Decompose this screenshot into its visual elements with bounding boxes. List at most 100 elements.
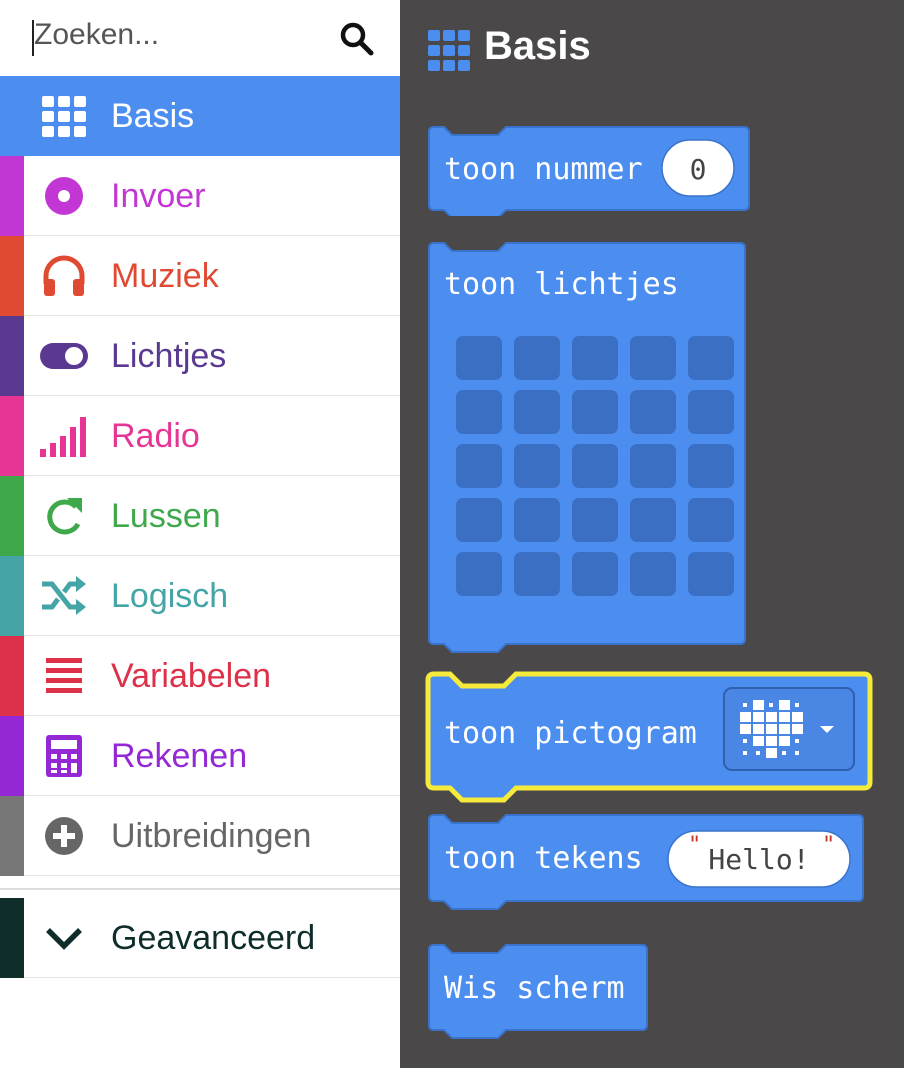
category-geavanceerd[interactable]: Geavanceerd [0,898,400,978]
category-label: Rekenen [111,737,248,775]
heart-led-off [795,739,799,743]
category-stripe [0,796,24,876]
heart-led-on [753,700,764,710]
heart-led-off [743,703,747,707]
led-cell[interactable] [688,552,734,596]
led-cell[interactable] [572,444,618,488]
block-label: toon lichtjes [444,267,679,302]
category-label: Muziek [111,257,219,295]
heart-led-on [740,724,751,734]
led-cell[interactable] [456,336,502,380]
led-cell[interactable] [688,390,734,434]
led-grid[interactable] [456,336,734,596]
block-label: toon pictogram [444,716,697,751]
heart-led-on [753,724,764,734]
category-label: Basis [111,97,195,135]
heart-led-on [779,700,790,710]
led-cell[interactable] [456,444,502,488]
block-label: toon tekens [444,841,643,876]
category-label: Lussen [111,497,221,535]
signal-bars-icon [40,417,86,457]
category-rekenen[interactable]: Rekenen [0,716,400,796]
led-cell[interactable] [514,444,560,488]
led-cell[interactable] [688,336,734,380]
category-variabelen[interactable]: Variabelen [0,636,400,716]
divider [0,888,400,890]
heart-led-off [756,751,760,755]
led-cell[interactable] [572,336,618,380]
show-string-block[interactable]: toon tekens " Hello! " [426,812,868,916]
heart-led-on [766,724,777,734]
heart-led-on [779,712,790,722]
heart-led-on [779,724,790,734]
category-stripe [0,316,24,396]
led-cell[interactable] [630,498,676,542]
heart-led-off [795,751,799,755]
category-label: Variabelen [111,657,272,695]
headphones-icon [43,255,85,296]
led-cell[interactable] [514,552,560,596]
led-cell[interactable] [456,390,502,434]
heart-led-on [766,712,777,722]
category-label: Geavanceerd [111,919,316,957]
led-cell[interactable] [572,498,618,542]
quote-close-icon: " [822,833,835,858]
led-cell[interactable] [514,336,560,380]
input-circle-icon [45,177,83,215]
led-cell[interactable] [630,336,676,380]
category-label: Radio [111,417,200,455]
heart-led-on [753,712,764,722]
category-stripe [0,716,24,796]
led-cell[interactable] [688,444,734,488]
search-input[interactable]: Zoeken... [34,18,159,52]
grid-icon [428,30,470,71]
led-cell[interactable] [456,552,502,596]
category-stripe [0,396,24,476]
block-label: Wis scherm [444,971,625,1006]
category-label: Lichtjes [111,337,227,375]
heart-led-on [792,712,803,722]
led-cell[interactable] [572,390,618,434]
block-label: toon nummer [444,152,643,187]
heart-led-off [743,739,747,743]
calculator-icon [46,735,82,777]
category-stripe [0,476,24,556]
category-label: Logisch [111,577,229,615]
led-cell[interactable] [514,498,560,542]
led-cell[interactable] [688,498,734,542]
category-muziek[interactable]: Muziek [0,236,400,316]
heart-led-on [740,712,751,722]
heart-led-off [769,703,773,707]
category-basis[interactable]: Basis [0,76,400,156]
led-cell[interactable] [456,498,502,542]
show-number-block[interactable]: toon nummer 0 [426,124,752,216]
led-cell[interactable] [514,390,560,434]
toolbox: Zoeken... Basis Invoer Muziek Lichtjes R… [0,0,400,1068]
led-cell[interactable] [572,552,618,596]
led-cell[interactable] [630,444,676,488]
category-invoer[interactable]: Invoer [0,156,400,236]
search-icon[interactable] [338,20,376,58]
list-lines-icon [46,658,82,693]
show-icon-block[interactable]: toon pictogram [424,670,874,806]
quote-open-icon: " [688,833,701,858]
category-uitbreidingen[interactable]: Uitbreidingen [0,796,400,876]
category-stripe [0,156,24,236]
category-radio[interactable]: Radio [0,396,400,476]
category-lichtjes[interactable]: Lichtjes [0,316,400,396]
category-lussen[interactable]: Lussen [0,476,400,556]
led-cell[interactable] [630,390,676,434]
heart-led-on [753,736,764,746]
grid-icon [42,96,86,137]
led-cell[interactable] [630,552,676,596]
heart-led-on [766,748,777,758]
category-stripe [0,556,24,636]
toggle-icon [40,343,88,369]
category-stripe [0,236,24,316]
shuffle-icon [42,576,86,615]
clear-screen-block[interactable]: Wis scherm [426,942,652,1048]
category-logisch[interactable]: Logisch [0,556,400,636]
show-leds-block[interactable]: toon lichtjes [426,240,748,664]
category-label: Uitbreidingen [111,817,312,855]
search-bar[interactable]: Zoeken... [0,0,400,76]
